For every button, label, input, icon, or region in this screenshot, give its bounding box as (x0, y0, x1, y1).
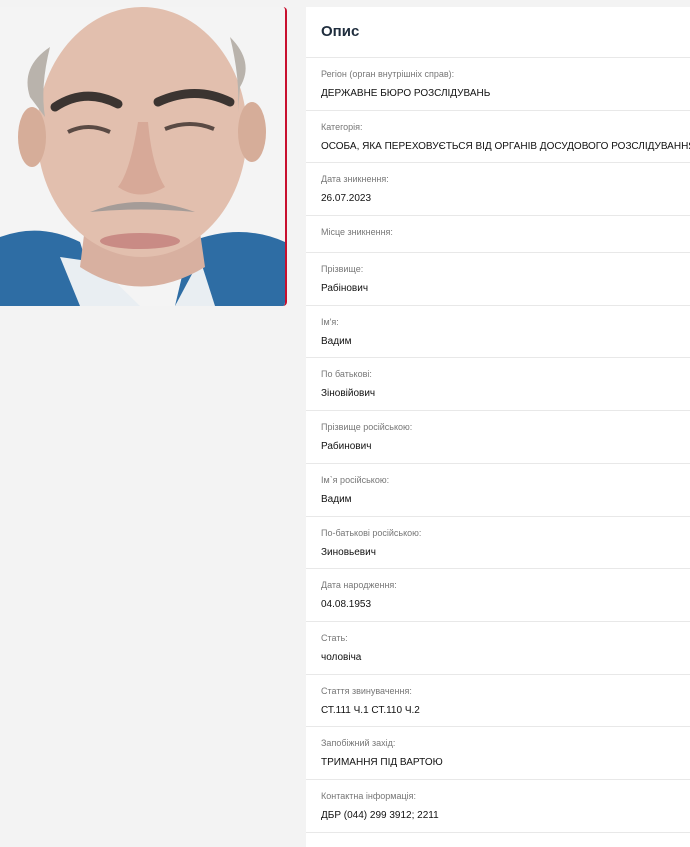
field-label: Стаття звинувачення: (321, 685, 412, 696)
field-row: Дата зникнення: 26.07.2023 (306, 163, 690, 217)
field-value: Вадим (321, 493, 352, 505)
field-value: ДБР (044) 299 3912; 2211 (321, 809, 439, 821)
field-row: Дата народження: 04.08.1953 (306, 569, 690, 622)
field-label: Прізвище російською: (321, 422, 413, 433)
field-value: 04.08.1953 (321, 599, 372, 611)
field-row: Регіон (орган внутрішніх справ): ДЕРЖАВНЕ… (306, 58, 690, 111)
field-value: Рабінович (321, 283, 369, 295)
field-label: Прізвище: (321, 264, 364, 275)
description-card: Опис Регіон (орган внутрішніх справ): ДЕР… (306, 7, 690, 847)
field-label: Стать: (321, 632, 348, 643)
description-title: Опис (306, 7, 690, 58)
field-value: Вадим (321, 335, 352, 347)
field-row: Ім`я російською: Вадим (306, 464, 690, 517)
field-label: Дата народження: (321, 580, 397, 591)
field-label: Дата зникнення: (321, 174, 389, 185)
field-label: Місце зникнення: (321, 227, 393, 238)
field-row: Ім'я: Вадим (306, 306, 690, 359)
person-photo[interactable] (0, 7, 287, 306)
field-row: Стать: чоловіча (306, 622, 690, 675)
field-label: По-батькові російською: (321, 527, 422, 538)
description-fields: Регіон (орган внутрішніх справ): ДЕРЖАВНЕ… (306, 58, 690, 833)
field-value: ДЕРЖАВНЕ БЮРО РОЗСЛІДУВАНЬ (321, 88, 491, 99)
field-row: Стаття звинувачення: СТ.111 Ч.1 СТ.110 Ч.… (306, 675, 690, 728)
person-photo-image (0, 7, 285, 306)
field-row: Контактна інформація: ДБР (044) 299 3912;… (306, 780, 690, 833)
field-label: Ім'я: (321, 316, 339, 327)
field-value: СТ.111 Ч.1 СТ.110 Ч.2 (321, 704, 420, 716)
field-value: ТРИМАННЯ ПІД ВАРТОЮ (321, 757, 443, 769)
field-value: чоловіча (321, 651, 362, 663)
field-row: Місце зникнення: (306, 216, 690, 254)
field-label: Регіон (орган внутрішніх справ): (321, 69, 455, 79)
field-row: Прізвище російською: Рабинович (306, 411, 690, 464)
field-row: По-батькові російською: Зиновьевич (306, 517, 690, 570)
field-row: Прізвище: Рабінович (306, 253, 690, 306)
field-label: Контактна інформація: (321, 790, 416, 801)
field-value: Зиновьевич (321, 546, 376, 558)
field-label: Запобіжний захід: (321, 738, 396, 749)
field-row: Категорія: ОСОБА, ЯКА ПЕРЕХОВУЄТЬСЯ ВІД О… (306, 111, 690, 164)
field-label: По батькові: (321, 369, 372, 380)
field-value: Зіновійович (321, 388, 376, 400)
field-label: Категорія: (321, 121, 363, 132)
field-value: 26.07.2023 (321, 193, 372, 205)
field-row: По батькові: Зіновійович (306, 358, 690, 412)
field-value: ОСОБА, ЯКА ПЕРЕХОВУЄТЬСЯ ВІД ОРГАНІВ ДОС… (321, 140, 690, 152)
field-row: Запобіжний захід: ТРИМАННЯ ПІД ВАРТОЮ (306, 727, 690, 780)
field-value: Рабинович (321, 441, 372, 453)
field-label: Ім`я російською: (321, 474, 390, 485)
